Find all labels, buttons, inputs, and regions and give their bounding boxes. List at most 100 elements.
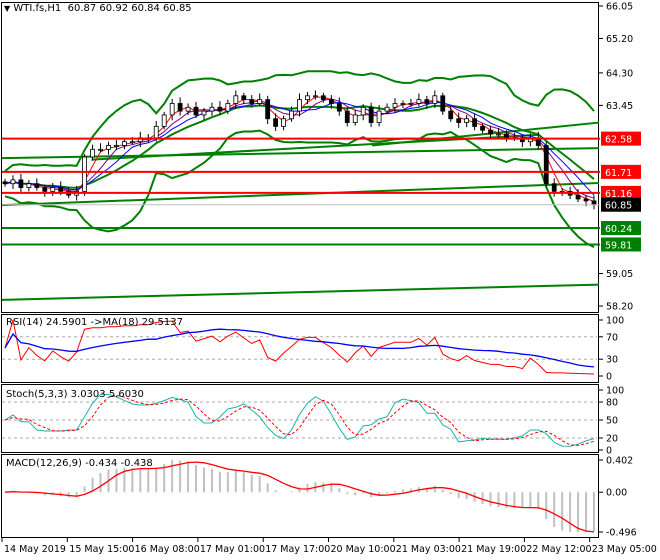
candle: [305, 95, 310, 101]
candle: [82, 156, 87, 192]
price-tick-label: 64.30: [606, 68, 633, 79]
candle: [480, 125, 485, 131]
level-label: 60.24: [605, 224, 632, 235]
trendline: [372, 121, 600, 147]
current-price-label: 60.85: [605, 201, 632, 212]
candle: [551, 183, 557, 192]
candle: [233, 95, 239, 104]
price-tick-label: 58.20: [606, 302, 633, 313]
candle: [352, 114, 358, 123]
candle: [26, 183, 32, 188]
ohlc-readout: 60.87 60.92 60.84 60.85: [67, 3, 192, 14]
candle: [225, 103, 231, 112]
candle: [114, 145, 119, 147]
trading-chart[interactable]: 66.05 65.20 64.30 63.45 59.05 58.20 62.58 61.71…: [0, 0, 660, 560]
candle: [368, 106, 374, 123]
candle: [193, 106, 199, 116]
price-tick-label: 66.05: [606, 2, 633, 13]
time-label: 20 May 10:00: [331, 544, 396, 555]
trendline: [1, 283, 600, 301]
time-label: 17 May 01:00: [200, 544, 265, 555]
candle: [408, 103, 414, 105]
candle: [34, 183, 40, 188]
candle: [472, 118, 478, 127]
candle: [400, 103, 406, 105]
time-label: 16 May 08:00: [135, 544, 200, 555]
rsi-tick-label: 100: [606, 316, 624, 327]
macd-tick-label: 0.402: [606, 456, 633, 467]
candle: [328, 99, 334, 104]
candle: [98, 148, 103, 151]
candle: [58, 187, 64, 192]
collapse-triangle-icon[interactable]: ▼: [4, 4, 10, 13]
time-label: 23 May 05:00: [592, 544, 657, 555]
candle: [50, 187, 56, 192]
candle: [153, 125, 159, 139]
time-label: 17 May 17:00: [265, 544, 330, 555]
rsi-title: RSI(14) 24.5901 ->MA(18) 29.5137: [6, 317, 183, 328]
candle: [161, 114, 167, 127]
candle: [106, 145, 111, 150]
chart-header: ▼ WTI.fs,H1 60.87 60.92 60.84 60.85: [4, 3, 192, 14]
candle: [2, 181, 8, 185]
candle: [273, 118, 279, 127]
candle: [241, 95, 247, 101]
symbol-label: WTI.fs,H1: [13, 3, 62, 14]
candle: [384, 106, 390, 112]
candle: [18, 179, 24, 188]
stoch-tick-label: 80: [606, 398, 618, 409]
rsi-ma-line: [4, 328, 595, 368]
candle: [344, 110, 350, 123]
time-label: 22 May 12:00: [526, 544, 591, 555]
macd-title: MACD(12,26,9) -0.434 -0.438: [6, 458, 153, 469]
candle: [376, 110, 382, 123]
candle: [257, 99, 263, 104]
time-label: 14 May 2019: [4, 544, 66, 555]
stoch-tick-label: 100: [606, 386, 624, 397]
trendline: [1, 181, 600, 207]
stoch-tick-label: 20: [606, 434, 618, 445]
candle: [313, 95, 318, 98]
candle: [424, 99, 430, 104]
candle: [496, 133, 501, 136]
candle: [169, 103, 175, 116]
rsi-tick-label: 30: [606, 355, 618, 366]
candle: [448, 110, 454, 120]
time-label: 21 May 03:00: [396, 544, 461, 555]
candle: [249, 99, 255, 104]
candle: [583, 198, 589, 202]
candle: [297, 99, 302, 112]
candle: [42, 187, 48, 192]
candle: [185, 106, 191, 112]
candle: [209, 106, 215, 112]
price-tick-label: 65.20: [606, 34, 633, 45]
candle: [440, 95, 446, 112]
candle: [464, 118, 470, 123]
candle: [360, 106, 366, 116]
candle: [265, 99, 271, 120]
candle: [432, 95, 438, 104]
macd-tick-label: -0.496: [606, 528, 637, 539]
candle: [281, 118, 286, 127]
candle: [543, 145, 549, 185]
candle: [217, 106, 223, 112]
candle: [289, 110, 294, 120]
level-label: 61.71: [605, 168, 632, 179]
candle: [416, 99, 422, 104]
rsi-tick-label: 0: [606, 372, 612, 383]
time-label: 21 May 19:00: [461, 544, 526, 555]
candle: [90, 148, 95, 158]
candle: [320, 95, 326, 101]
candle: [201, 110, 207, 116]
stoch-title: Stoch(5,3,3) 3.0303 5.6030: [6, 389, 144, 400]
level-label: 59.81: [605, 240, 632, 251]
candle: [504, 133, 509, 139]
time-label: 15 May 15:00: [69, 544, 134, 555]
price-tick-label: 63.45: [606, 101, 633, 112]
candle: [177, 103, 183, 112]
rsi-tick-label: 70: [606, 332, 618, 343]
candle: [392, 103, 398, 108]
price-tick-label: 59.05: [606, 269, 633, 280]
candle: [129, 141, 135, 144]
macd-tick-label: 0.00: [606, 488, 627, 499]
